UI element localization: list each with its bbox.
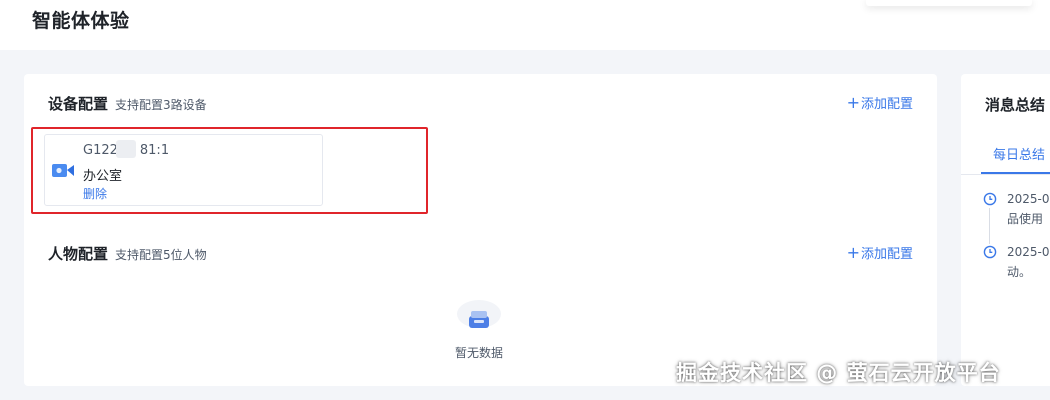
person-section-header: 人物配置 支持配置5位人物 bbox=[48, 243, 207, 264]
device-section-title: 设备配置 bbox=[48, 95, 109, 113]
clock-icon bbox=[983, 192, 997, 206]
device-section-header: 设备配置 支持配置3路设备 bbox=[48, 93, 207, 114]
tab-divider bbox=[961, 174, 1050, 175]
tab-daily-summary[interactable]: 每日总结 bbox=[993, 144, 1045, 163]
highlight-annotation bbox=[31, 127, 428, 214]
top-header: 智能体体验 bbox=[0, 0, 1050, 50]
empty-box-icon bbox=[457, 300, 501, 328]
config-card: 设备配置 支持配置3路设备 + 添加配置 G122 81:1 办公室 删除 人物配… bbox=[24, 74, 937, 386]
message-panel: 消息总结 每日总结 2025-0 品使用 2025-0 动。 bbox=[961, 74, 1050, 386]
clock-icon bbox=[983, 245, 997, 259]
timeline-connector bbox=[989, 208, 990, 244]
add-device-button[interactable]: + 添加配置 bbox=[847, 93, 913, 112]
plus-icon: + bbox=[846, 92, 860, 112]
empty-text: 暂无数据 bbox=[454, 346, 503, 360]
device-section-subtitle: 支持配置3路设备 bbox=[115, 98, 207, 112]
timeline-text: 2025-0 品使用 bbox=[1007, 192, 1050, 226]
message-panel-title: 消息总结 bbox=[985, 96, 1046, 114]
person-section-subtitle: 支持配置5位人物 bbox=[115, 248, 207, 262]
timeline-text: 2025-0 动。 bbox=[1007, 245, 1050, 279]
add-device-label: 添加配置 bbox=[860, 97, 913, 112]
tab-active-indicator bbox=[981, 172, 1050, 174]
person-section-title: 人物配置 bbox=[48, 245, 109, 263]
add-person-label: 添加配置 bbox=[860, 247, 913, 262]
plus-icon: + bbox=[846, 242, 860, 262]
page-title: 智能体体验 bbox=[32, 10, 130, 32]
watermark: 掘金技术社区 @ 萤石云开放平台 bbox=[676, 361, 1001, 385]
popover-stub bbox=[866, 0, 1032, 6]
empty-state: 暂无数据 bbox=[434, 296, 524, 361]
add-person-button[interactable]: + 添加配置 bbox=[847, 243, 913, 262]
